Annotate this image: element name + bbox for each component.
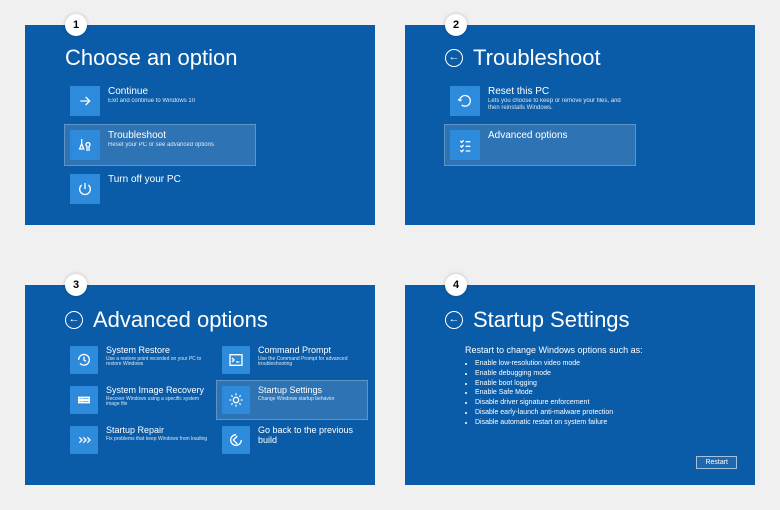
tile-label: System Image Recovery (106, 386, 210, 396)
tile-desc: Fix problems that keep Windows from load… (106, 437, 207, 443)
startup-option-5: Disable early-launch anti-malware protec… (475, 408, 755, 418)
reset-icon (450, 86, 480, 116)
restore-icon (70, 346, 98, 374)
tile-label: Advanced options (488, 130, 568, 141)
step-badge-4: 4 (445, 274, 467, 296)
image-icon (70, 386, 98, 414)
panel-advanced-options: ← Advanced options System RestoreUse a r… (25, 285, 375, 485)
step-badge-1: 1 (65, 14, 87, 36)
restart-button[interactable]: Restart (696, 456, 737, 469)
startup-option-2: Enable boot logging (475, 379, 755, 389)
cmd-icon (222, 346, 250, 374)
panel-choose-option: Choose an option ContinueExit and contin… (25, 25, 375, 225)
choose-option-tile-2[interactable]: Turn off your PC (65, 169, 255, 209)
tile-desc: Exit and continue to Windows 10 (108, 98, 195, 105)
choose-option-tile-1[interactable]: TroubleshootReset your PC or see advance… (65, 125, 255, 165)
tile-label: Startup Repair (106, 426, 207, 436)
tile-label: Turn off your PC (108, 174, 181, 185)
page-title: Advanced options (93, 307, 268, 333)
arrow-right-icon (70, 86, 100, 116)
back-button[interactable]: ← (65, 311, 83, 329)
advanced-tile-3[interactable]: Startup SettingsChange Windows startup b… (217, 381, 367, 419)
tools-icon (70, 130, 100, 160)
startup-option-4: Disable driver signature enforcement (475, 398, 755, 408)
back-button[interactable]: ← (445, 311, 463, 329)
page-title: Startup Settings (473, 307, 630, 333)
tile-label: Continue (108, 86, 195, 97)
tile-desc: Use the Command Prompt for advanced trou… (258, 357, 362, 368)
page-title: Troubleshoot (473, 45, 601, 71)
back-button[interactable]: ← (445, 49, 463, 67)
power-icon (70, 174, 100, 204)
tile-label: System Restore (106, 346, 210, 356)
repair-icon (70, 426, 98, 454)
tile-desc: Lets you choose to keep or remove your f… (488, 98, 630, 111)
startup-options-list: Enable low-resolution video modeEnable d… (405, 359, 755, 428)
list-icon (450, 130, 480, 160)
advanced-tile-0[interactable]: System RestoreUse a restore point record… (65, 341, 215, 379)
troubleshoot-tile-1[interactable]: Advanced options (445, 125, 635, 165)
panel-troubleshoot: ← Troubleshoot Reset this PCLets you cho… (405, 25, 755, 225)
advanced-tile-1[interactable]: Command PromptUse the Command Prompt for… (217, 341, 367, 379)
tile-label: Go back to the previous build (258, 426, 362, 446)
startup-option-0: Enable low-resolution video mode (475, 359, 755, 369)
advanced-tile-4[interactable]: Startup RepairFix problems that keep Win… (65, 421, 215, 459)
choose-option-tile-0[interactable]: ContinueExit and continue to Windows 10 (65, 81, 255, 121)
tile-label: Startup Settings (258, 386, 334, 396)
startup-option-3: Enable Safe Mode (475, 388, 755, 398)
tile-desc: Change Windows startup behavior (258, 397, 334, 403)
step-badge-2: 2 (445, 14, 467, 36)
page-title: Choose an option (65, 45, 237, 71)
tile-label: Troubleshoot (108, 130, 214, 141)
advanced-tile-5[interactable]: Go back to the previous build (217, 421, 367, 459)
subtitle: Restart to change Windows options such a… (405, 333, 755, 359)
panel-startup-settings: ← Startup Settings Restart to change Win… (405, 285, 755, 485)
tile-desc: Use a restore point recorded on your PC … (106, 357, 210, 368)
gear-icon (222, 386, 250, 414)
step-badge-3: 3 (65, 274, 87, 296)
troubleshoot-tile-0[interactable]: Reset this PCLets you choose to keep or … (445, 81, 635, 121)
tile-desc: Reset your PC or see advanced options (108, 142, 214, 149)
tile-desc: Recover Windows using a specific system … (106, 397, 210, 408)
tile-label: Command Prompt (258, 346, 362, 356)
startup-option-6: Disable automatic restart on system fail… (475, 418, 755, 428)
advanced-tile-2[interactable]: System Image RecoveryRecover Windows usi… (65, 381, 215, 419)
tile-label: Reset this PC (488, 86, 630, 97)
startup-option-1: Enable debugging mode (475, 369, 755, 379)
back-build-icon (222, 426, 250, 454)
